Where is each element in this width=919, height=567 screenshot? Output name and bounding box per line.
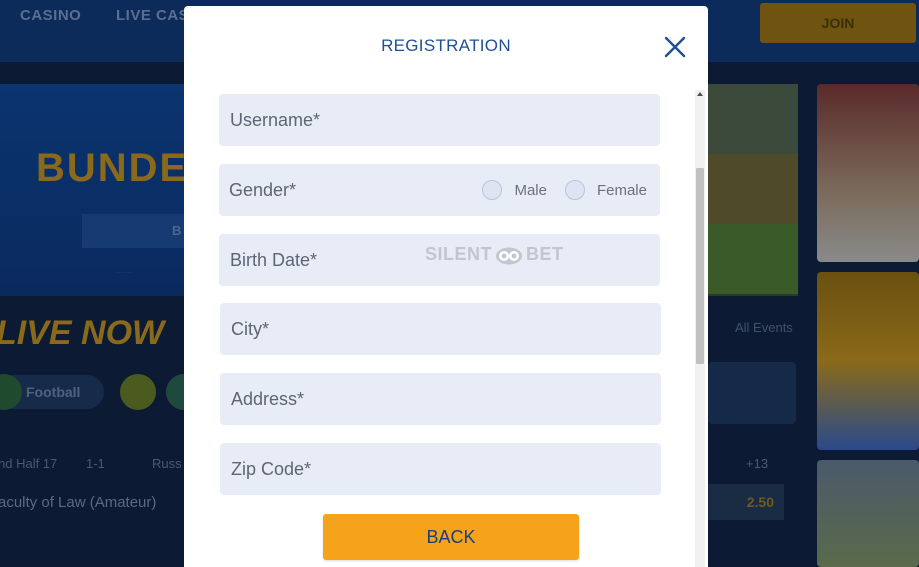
promo-card-3[interactable]: [817, 460, 919, 567]
watermark: SILENT BET: [425, 244, 564, 265]
close-icon: [664, 36, 686, 58]
city-field[interactable]: City*: [220, 303, 661, 355]
odds-button[interactable]: 2.50: [708, 484, 784, 520]
female-label: Female: [596, 181, 647, 199]
tennis-icon[interactable]: [120, 374, 156, 410]
hero-button[interactable]: B: [82, 214, 192, 248]
watermark-text-left: SILENT: [425, 244, 493, 264]
featured-image: [708, 84, 798, 296]
owl-logo-icon: [496, 247, 523, 264]
gender-option-female[interactable]: Female: [564, 180, 647, 200]
modal-title: REGISTRATION: [381, 36, 511, 55]
match-team: Russ: [152, 456, 182, 471]
gender-field: Gender* Male Female: [219, 164, 660, 216]
gender-option-male[interactable]: Male: [482, 180, 547, 200]
zip-code-placeholder: Zip Code*: [231, 458, 312, 479]
address-placeholder: Address*: [231, 388, 305, 409]
gender-label: Gender*: [229, 179, 297, 200]
watermark-text-right: BET: [526, 244, 564, 264]
male-radio[interactable]: [482, 180, 503, 200]
username-placeholder: Username*: [230, 109, 321, 130]
scroll-thumb[interactable]: [696, 168, 704, 364]
nav-live-casino[interactable]: LIVE CAS: [116, 7, 189, 24]
hero-fineprint: ······: [116, 268, 132, 277]
username-field[interactable]: Username*: [219, 94, 660, 146]
gender-radio-group: Male Female: [482, 180, 647, 200]
promo-card-2[interactable]: [817, 272, 919, 450]
promo-card-1[interactable]: [817, 84, 919, 262]
back-button[interactable]: BACK: [323, 514, 579, 560]
join-button[interactable]: JOIN: [760, 3, 916, 43]
zip-code-field[interactable]: Zip Code*: [220, 443, 661, 495]
live-now-heading: LIVE NOW: [0, 314, 165, 352]
match-score: 1-1: [86, 456, 105, 471]
birth-date-field[interactable]: Birth Date* SILENT BET: [219, 234, 660, 286]
all-events-link[interactable]: All Events: [735, 320, 793, 335]
registration-modal: REGISTRATION Username* Gender* Male Fema…: [184, 6, 708, 567]
address-field[interactable]: Address*: [220, 373, 661, 425]
male-label: Male: [514, 181, 547, 199]
event-panel: [708, 362, 796, 424]
close-button[interactable]: [662, 34, 688, 60]
city-placeholder: City*: [231, 318, 270, 339]
team-name: aculty of Law (Amateur): [0, 494, 157, 511]
modal-scrollbar[interactable]: [695, 90, 705, 567]
more-markets[interactable]: +13: [746, 456, 768, 471]
match-time: nd Half 17: [0, 456, 58, 471]
female-radio[interactable]: [564, 180, 585, 200]
nav-casino[interactable]: CASINO: [20, 7, 81, 24]
scroll-up-arrow-icon[interactable]: [697, 92, 703, 96]
hero-title: BUNDE: [36, 146, 189, 190]
